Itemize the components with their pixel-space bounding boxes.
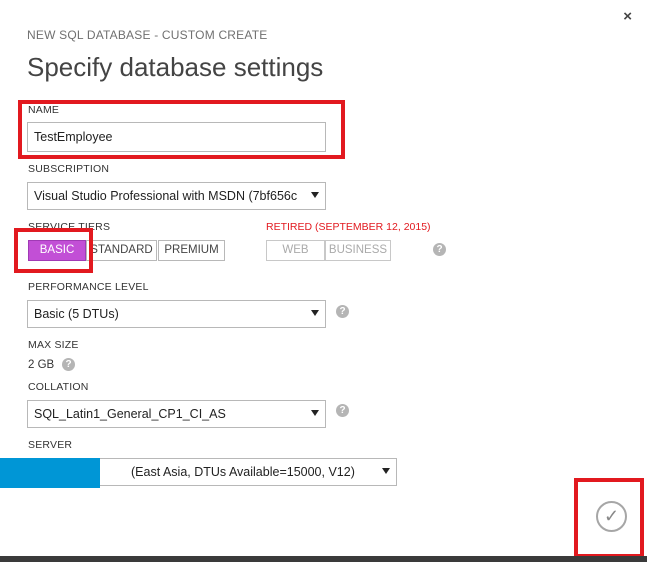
performance-value: Basic (5 DTUs) (34, 307, 119, 321)
redacted-server-name (0, 458, 100, 488)
collation-label: COLLATION (28, 381, 89, 393)
chevron-down-icon (311, 410, 319, 416)
name-highlight (18, 100, 345, 159)
performance-help-icon[interactable]: ? (336, 305, 349, 318)
close-icon[interactable]: × (623, 8, 632, 25)
service-tiers-help-icon[interactable]: ? (433, 243, 446, 256)
server-label: SERVER (28, 439, 73, 451)
tier-web-button: WEB (266, 240, 325, 261)
bottom-bar (0, 556, 647, 562)
tier-premium-button[interactable]: PREMIUM (158, 240, 225, 261)
performance-select[interactable]: Basic (5 DTUs) (27, 300, 326, 328)
chevron-down-icon (382, 468, 390, 474)
basic-highlight (14, 228, 93, 273)
subscription-select[interactable]: Visual Studio Professional with MSDN (7b… (27, 182, 326, 210)
page-title: Specify database settings (27, 52, 324, 82)
collation-value: SQL_Latin1_General_CP1_CI_AS (34, 407, 226, 421)
collation-select[interactable]: SQL_Latin1_General_CP1_CI_AS (27, 400, 326, 428)
confirm-highlight (574, 478, 644, 558)
max-size-help-icon[interactable]: ? (62, 358, 75, 371)
performance-label: PERFORMANCE LEVEL (28, 281, 149, 293)
server-value: (East Asia, DTUs Available=15000, V12) (131, 465, 355, 479)
chevron-down-icon (311, 192, 319, 198)
chevron-down-icon (311, 310, 319, 316)
dialog-subtitle: NEW SQL DATABASE - CUSTOM CREATE (27, 28, 268, 42)
subscription-label: SUBSCRIPTION (28, 163, 110, 175)
max-size-label: MAX SIZE (28, 339, 79, 351)
subscription-value: Visual Studio Professional with MSDN (7b… (34, 189, 298, 203)
tier-standard-button[interactable]: STANDARD (86, 240, 157, 261)
max-size-value: 2 GB (28, 359, 55, 371)
tier-business-button: BUSINESS (325, 240, 391, 261)
collation-help-icon[interactable]: ? (336, 404, 349, 417)
retired-label: RETIRED (SEPTEMBER 12, 2015) (266, 221, 431, 233)
